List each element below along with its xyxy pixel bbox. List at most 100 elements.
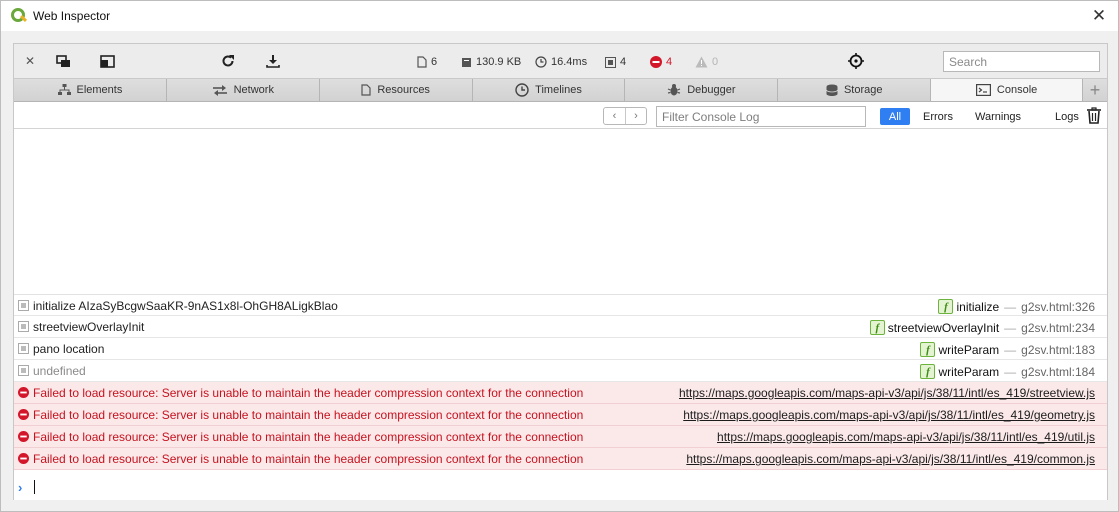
filter-all-button[interactable]: All — [880, 108, 910, 125]
console-message-error[interactable]: Failed to load resource: Server is unabl… — [14, 404, 1107, 426]
console-message-log[interactable]: streetviewOverlayInit f streetviewOverla… — [14, 316, 1107, 338]
log-count-stat[interactable]: 4 — [605, 54, 626, 70]
undock-icon — [55, 54, 70, 67]
tab-label: Storage — [843, 84, 883, 96]
tab-timelines[interactable]: Timelines — [472, 79, 626, 101]
error-count-stat[interactable]: 4 — [650, 54, 672, 70]
reload-button[interactable] — [219, 52, 237, 70]
resource-url-link[interactable]: https://maps.googleapis.com/maps-api-v3/… — [686, 452, 1095, 466]
message-text: Failed to load resource: Server is unabl… — [33, 408, 584, 422]
console-filter-bar: ‹ › All Errors Warnings Logs — [14, 103, 1107, 129]
previous-message-button[interactable]: ‹ — [604, 108, 625, 124]
console-message-error[interactable]: Failed to load resource: Server is unabl… — [14, 426, 1107, 448]
inspect-element-button[interactable] — [847, 52, 865, 70]
storage-icon — [826, 84, 838, 96]
function-icon: f — [920, 364, 936, 379]
message-text: Failed to load resource: Server is unabl… — [33, 452, 584, 466]
prompt-chevron-icon: › — [18, 480, 23, 495]
resource-count-stat[interactable]: 6 — [417, 54, 437, 70]
source-separator: — — [1004, 320, 1017, 335]
tab-network[interactable]: Network — [166, 79, 320, 101]
message-source[interactable]: https://maps.googleapis.com/maps-api-v3/… — [683, 408, 1095, 422]
undock-button[interactable] — [54, 52, 72, 70]
clock-icon — [535, 56, 547, 68]
tab-storage[interactable]: Storage — [778, 79, 932, 101]
console-navigation: ‹ › — [603, 107, 647, 125]
message-source[interactable]: https://maps.googleapis.com/maps-api-v3/… — [717, 430, 1095, 444]
resource-url-link[interactable]: https://maps.googleapis.com/maps-api-v3/… — [717, 430, 1095, 444]
message-source[interactable]: f initialize — g2sv.html:326 — [938, 299, 1095, 314]
error-icon — [18, 387, 29, 398]
message-source[interactable]: f streetviewOverlayInit — g2sv.html:234 — [869, 320, 1095, 335]
tab-label: Timelines — [535, 84, 582, 96]
search-input[interactable] — [943, 51, 1100, 72]
document-icon — [417, 56, 427, 68]
filter-console-input[interactable] — [656, 106, 866, 127]
tab-elements[interactable]: Elements — [14, 79, 167, 101]
filter-logs-button[interactable]: Logs — [1049, 108, 1085, 125]
dock-side-button[interactable] — [98, 52, 116, 70]
log-icon — [18, 365, 29, 376]
tab-label: Resources — [377, 84, 430, 96]
source-location-link[interactable]: g2sv.html:326 — [1021, 300, 1095, 314]
tab-debugger[interactable]: Debugger — [625, 79, 779, 101]
resource-url-link[interactable]: https://maps.googleapis.com/maps-api-v3/… — [683, 408, 1095, 422]
tab-console[interactable]: Console — [931, 79, 1084, 101]
debugger-icon — [667, 84, 681, 96]
tab-label: Console — [996, 84, 1038, 96]
elements-icon — [57, 84, 71, 95]
log-icon — [18, 300, 29, 311]
message-text: streetviewOverlayInit — [33, 320, 145, 334]
qgis-logo-icon — [11, 8, 28, 24]
source-separator: — — [1004, 299, 1017, 314]
add-tab-button[interactable]: + — [1083, 79, 1107, 101]
message-text: undefined — [33, 364, 86, 378]
tab-resources[interactable]: Resources — [319, 79, 473, 101]
load-time-stat[interactable]: 16.4ms — [535, 54, 587, 70]
source-location-link[interactable]: g2sv.html:184 — [1021, 365, 1095, 379]
window-frame: ✕ 6 130.9 KB 16.4ms 4 4 0 Search Element… — [0, 31, 1119, 512]
function-name: writeParam — [938, 342, 1000, 357]
resource-url-link[interactable]: https://maps.googleapis.com/maps-api-v3/… — [679, 386, 1095, 400]
error-count: 4 — [666, 56, 673, 68]
function-name: initialize — [956, 299, 1000, 314]
source-location-link[interactable]: g2sv.html:234 — [1021, 321, 1095, 335]
tab-label: Network — [233, 84, 274, 96]
close-inspector-button[interactable]: ✕ — [22, 52, 38, 70]
clear-console-button[interactable] — [1087, 107, 1103, 125]
message-source[interactable]: https://maps.googleapis.com/maps-api-v3/… — [686, 452, 1095, 466]
console-message-log[interactable]: initialize AIzaSyBcgwSaaKR-9nAS1x8l-OhGH… — [14, 294, 1107, 316]
resource-size-stat[interactable]: 130.9 KB — [461, 54, 521, 70]
warning-count-stat[interactable]: 0 — [695, 54, 718, 70]
close-icon: ✕ — [24, 54, 36, 68]
message-source[interactable]: https://maps.googleapis.com/maps-api-v3/… — [679, 386, 1095, 400]
window-close-button[interactable]: ✕ — [1090, 7, 1108, 25]
message-text: Failed to load resource: Server is unabl… — [33, 430, 584, 444]
log-icon — [18, 343, 29, 354]
download-button[interactable] — [264, 52, 282, 70]
download-icon — [266, 55, 280, 68]
network-icon — [212, 85, 227, 96]
console-message-log[interactable]: pano location f writeParam — g2sv.html:1… — [14, 338, 1107, 360]
tab-label: Elements — [76, 84, 123, 96]
message-source[interactable]: f writeParam — g2sv.html:183 — [920, 342, 1095, 357]
log-count: 4 — [620, 56, 627, 68]
console-message-log[interactable]: undefined f writeParam — g2sv.html:184 — [14, 360, 1107, 382]
message-source[interactable]: f writeParam — g2sv.html:184 — [920, 364, 1095, 379]
next-message-button[interactable]: › — [625, 108, 646, 124]
filter-warnings-button[interactable]: Warnings — [969, 108, 1027, 125]
source-separator: — — [1004, 342, 1017, 357]
error-icon — [18, 409, 29, 420]
resource-count: 6 — [431, 56, 438, 68]
error-icon — [18, 453, 29, 464]
web-inspector-panel: ✕ 6 130.9 KB 16.4ms 4 4 0 Search Element… — [13, 43, 1108, 500]
console-message-error[interactable]: Failed to load resource: Server is unabl… — [14, 448, 1107, 470]
function-name: streetviewOverlayInit — [887, 320, 1000, 335]
console-prompt[interactable]: › — [14, 474, 1107, 500]
filter-errors-button[interactable]: Errors — [917, 108, 959, 125]
source-location-link[interactable]: g2sv.html:183 — [1021, 343, 1095, 357]
timelines-icon — [515, 83, 529, 97]
window-title: Web Inspector — [33, 9, 111, 23]
console-message-error[interactable]: Failed to load resource: Server is unabl… — [14, 382, 1107, 404]
inspector-tab-bar: Elements Network Resources Timelines Deb… — [14, 79, 1107, 102]
